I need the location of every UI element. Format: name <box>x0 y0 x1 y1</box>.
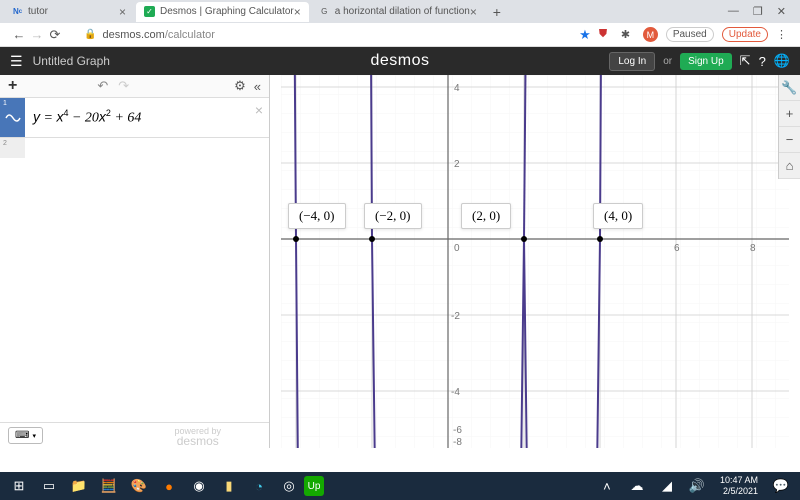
expression-row[interactable]: 1 y = x4 − 20x2 + 64 × <box>0 98 269 138</box>
share-icon[interactable]: ⇱ <box>740 53 751 69</box>
forward-button[interactable]: → <box>28 27 46 42</box>
powered-by-label: powered by desmos <box>174 426 221 446</box>
axis-label: 2 <box>454 159 460 170</box>
graph-toolbar: 🔧 + − ⌂ <box>778 75 800 179</box>
url-path: /calculator <box>165 29 215 41</box>
calculator-icon[interactable]: 🧮 <box>94 472 124 500</box>
axis-label: -2 <box>451 311 460 322</box>
system-clock[interactable]: 10:47 AM 2/5/2021 <box>720 475 758 497</box>
file-explorer-icon[interactable]: 📁 <box>64 472 94 500</box>
menu-icon[interactable]: ⋮ <box>776 28 790 42</box>
app-header: ☰ Untitled Graph desmos Log In or Sign U… <box>0 47 800 75</box>
tab-title: Desmos | Graphing Calculator <box>160 6 294 17</box>
firefox-icon[interactable]: ● <box>154 472 184 500</box>
signup-button[interactable]: Sign Up <box>680 53 732 70</box>
expression-sidebar: + ↶ ↷ ⚙ « 1 y = x4 − 20x2 + 64 × 2 ⌨ ▾ p… <box>0 75 270 448</box>
minimize-button[interactable]: — <box>728 5 739 18</box>
tab-favicon: G <box>319 6 330 17</box>
close-icon[interactable]: × <box>470 5 477 19</box>
tab-favicon: Nc <box>12 6 23 17</box>
paint-icon[interactable]: 🎨 <box>124 472 154 500</box>
help-icon[interactable]: ? <box>759 54 766 69</box>
graph-title[interactable]: Untitled Graph <box>33 54 110 68</box>
url-input[interactable]: 🔒 desmos.com/calculator <box>84 29 579 41</box>
redo-button[interactable]: ↷ <box>118 78 129 94</box>
chrome-icon[interactable]: ◉ <box>184 472 214 500</box>
wrench-icon[interactable]: 🔧 <box>779 75 800 101</box>
tray-chevron-icon[interactable]: ˄ <box>592 472 622 500</box>
or-text: or <box>663 56 672 67</box>
axis-label: 0 <box>454 243 460 254</box>
window-controls: — ❐ ✕ <box>718 5 796 18</box>
sidebar-toolbar: + ↶ ↷ ⚙ « <box>0 75 269 98</box>
expression-row-empty[interactable]: 2 <box>0 138 269 158</box>
home-button[interactable]: ⌂ <box>779 153 800 179</box>
zoom-in-button[interactable]: + <box>779 101 800 127</box>
close-icon[interactable]: × <box>294 5 301 19</box>
expression-color-tab[interactable]: 1 <box>0 98 25 137</box>
new-tab-button[interactable]: + <box>487 4 507 20</box>
upwork-icon[interactable]: Up <box>304 476 324 496</box>
app-icon[interactable]: ◎ <box>274 472 304 500</box>
zoom-out-button[interactable]: − <box>779 127 800 153</box>
sync-paused-badge[interactable]: Paused <box>666 27 714 42</box>
volume-icon[interactable]: 🔊 <box>682 472 712 500</box>
collapse-sidebar-icon[interactable]: « <box>254 79 261 94</box>
tab-title: tutor <box>28 6 48 17</box>
wave-icon <box>5 110 21 126</box>
expression-input[interactable]: y = x4 − 20x2 + 64 <box>25 98 269 137</box>
desmos-logo: desmos <box>370 52 429 70</box>
delete-expression-icon[interactable]: × <box>255 102 263 118</box>
onedrive-icon[interactable]: ☁ <box>622 472 652 500</box>
back-button[interactable]: ← <box>10 27 28 42</box>
wifi-icon[interactable]: ◢ <box>652 472 682 500</box>
point-label: (−2, 0) <box>364 203 422 229</box>
tab-google[interactable]: G a horizontal dilation of function × <box>311 2 485 22</box>
language-icon[interactable]: 🌐 <box>774 53 790 69</box>
tab-desmos[interactable]: ✓ Desmos | Graphing Calculator × <box>136 2 309 22</box>
axis-label: -4 <box>451 387 460 398</box>
bookmark-icon[interactable]: ★ <box>579 27 591 43</box>
app-icon[interactable]: ◔ <box>244 472 274 500</box>
point-label: (4, 0) <box>593 203 643 229</box>
update-button[interactable]: Update <box>722 27 768 42</box>
reload-button[interactable]: ⟳ <box>46 27 64 43</box>
login-button[interactable]: Log In <box>609 52 655 71</box>
expression-index: 1 <box>3 100 7 107</box>
graph-canvas[interactable]: 0 2 4 -2 -4 6 8 -8 -6 (−4, 0) <box>270 75 800 448</box>
close-window-button[interactable]: ✕ <box>777 5 786 18</box>
axis-label: -6 <box>453 425 462 436</box>
extension-icon[interactable]: ⛊ <box>599 28 613 42</box>
axis-label: -8 <box>453 437 462 448</box>
app-icon[interactable]: ▮ <box>214 472 244 500</box>
settings-icon[interactable]: ⚙ <box>234 78 246 94</box>
profile-avatar[interactable]: M <box>643 27 658 42</box>
browser-tab-strip: Nc tutor × ✓ Desmos | Graphing Calculato… <box>0 0 800 23</box>
extensions-menu-icon[interactable]: ✱ <box>621 28 635 42</box>
maximize-button[interactable]: ❐ <box>753 5 763 18</box>
point-label: (−4, 0) <box>288 203 346 229</box>
close-icon[interactable]: × <box>119 5 126 19</box>
undo-button[interactable]: ↶ <box>97 78 108 94</box>
expression-index: 2 <box>3 140 7 147</box>
lock-icon: 🔒 <box>84 29 96 40</box>
axis-label: 4 <box>454 83 460 94</box>
notifications-icon[interactable]: 💬 <box>766 472 796 500</box>
axis-label: 8 <box>750 243 756 254</box>
add-expression-button[interactable]: + <box>8 77 17 95</box>
tab-tutor[interactable]: Nc tutor × <box>4 2 134 22</box>
url-host: desmos.com <box>102 29 164 41</box>
hamburger-icon[interactable]: ☰ <box>10 53 23 70</box>
tab-title: a horizontal dilation of function <box>335 6 470 17</box>
tab-favicon: ✓ <box>144 6 155 17</box>
point-label: (2, 0) <box>461 203 511 229</box>
address-bar: ← → ⟳ 🔒 desmos.com/calculator ★ ⛊ ✱ M Pa… <box>0 23 800 47</box>
start-button[interactable]: ⊞ <box>4 472 34 500</box>
sidebar-footer: ⌨ ▾ powered by desmos <box>0 422 269 448</box>
windows-taskbar: ⊞ ▭ 📁 🧮 🎨 ● ◉ ▮ ◔ ◎ Up ˄ ☁ ◢ 🔊 10:47 AM … <box>0 472 800 500</box>
axis-label: 6 <box>674 243 680 254</box>
task-view-icon[interactable]: ▭ <box>34 472 64 500</box>
keyboard-button[interactable]: ⌨ ▾ <box>8 427 43 444</box>
